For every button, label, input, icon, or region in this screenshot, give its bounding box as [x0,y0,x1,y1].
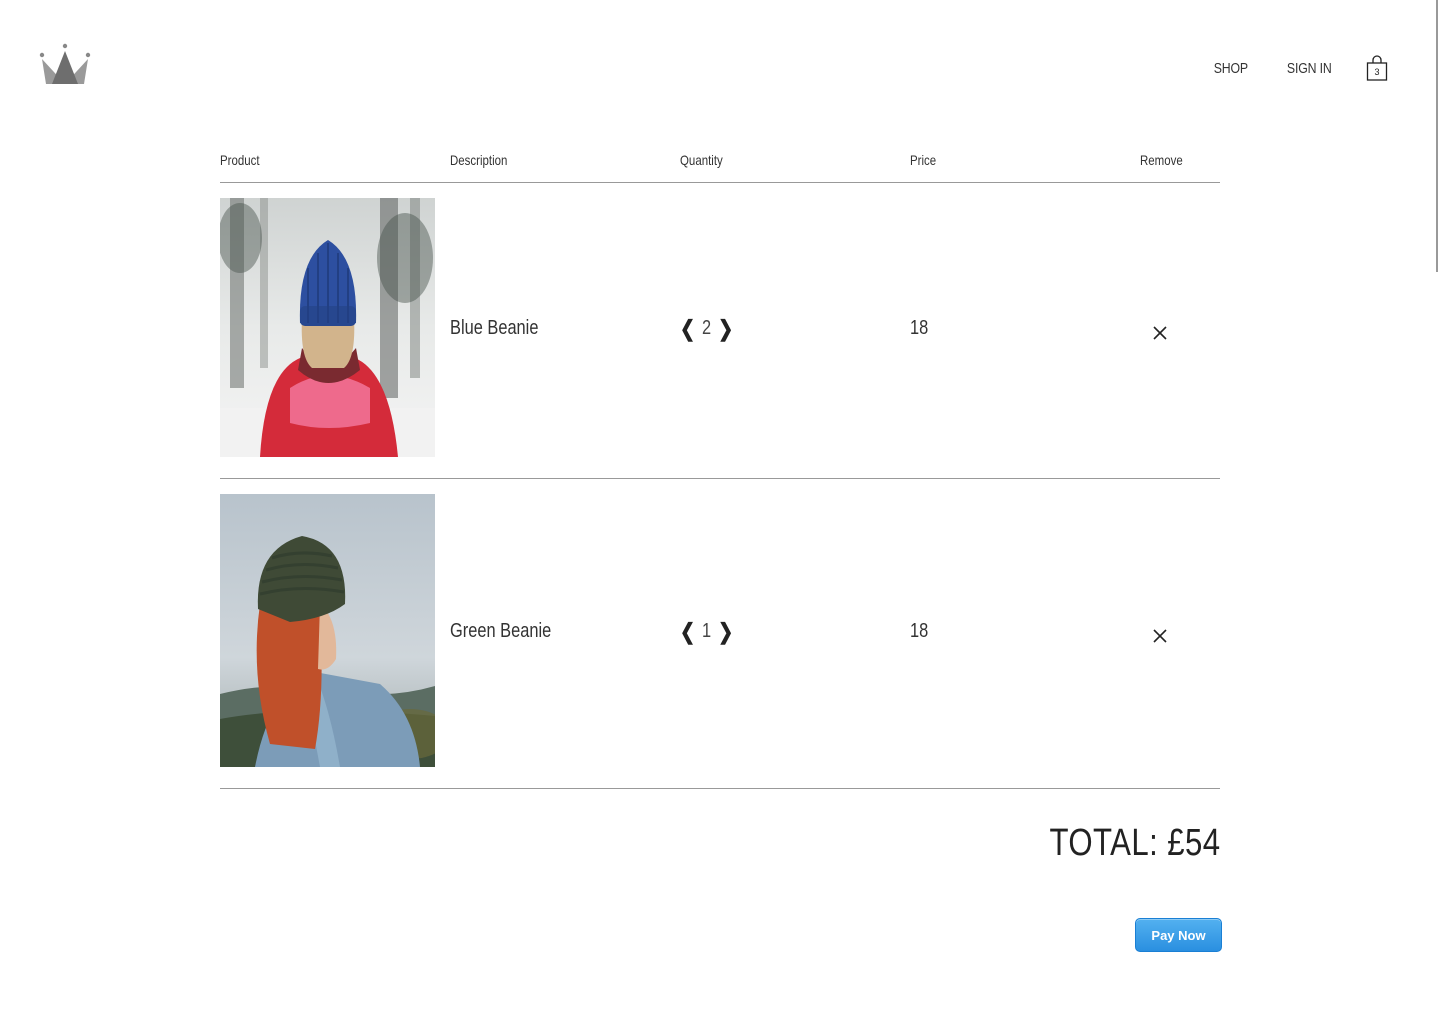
item-description: Blue Beanie [450,317,539,339]
column-header-price: Price [910,152,937,168]
quantity-value: 1 [702,620,712,642]
item-price: 18 [910,317,929,339]
pay-now-button[interactable]: Pay Now [1135,918,1222,952]
quantity-value: 2 [702,317,712,339]
item-description: Green Beanie [450,620,552,642]
close-icon[interactable] [1150,323,1170,343]
chevron-right-icon[interactable]: ❯ [718,317,733,340]
quantity-stepper: ❮ 2 ❯ [680,317,733,340]
nav-shop-link[interactable]: SHOP [1214,60,1248,77]
main-nav: SHOP SIGN IN 3 [1210,52,1388,84]
nav-signin-link[interactable]: SIGN IN [1286,60,1331,77]
cart-total: TOTAL: £54 [1049,822,1220,864]
cart-count-badge: 3 [1374,67,1380,77]
column-header-remove: Remove [1140,152,1183,168]
green-beanie-photo [220,494,435,767]
chevron-left-icon[interactable]: ❮ [680,317,695,340]
cart-page: SHOP SIGN IN 3 Product Description Quant… [0,0,1440,1030]
table-header: Product Description Quantity Price Remov… [220,140,1220,183]
quantity-stepper: ❮ 1 ❯ [680,620,733,643]
column-header-description: Description [450,152,508,168]
chevron-right-icon[interactable]: ❯ [718,620,733,643]
close-icon[interactable] [1150,626,1170,646]
crown-icon[interactable] [38,42,94,86]
cart-table: Product Description Quantity Price Remov… [220,140,1220,789]
shopping-bag-icon[interactable]: 3 [1366,54,1388,82]
table-row: Green Beanie ❮ 1 ❯ 18 [220,479,1220,789]
site-header: SHOP SIGN IN 3 [0,0,1440,120]
column-header-quantity: Quantity [680,152,723,168]
blue-beanie-photo [220,198,435,457]
table-row: Blue Beanie ❮ 2 ❯ 18 [220,183,1220,479]
column-header-product: Product [220,152,260,168]
chevron-left-icon[interactable]: ❮ [680,620,695,643]
item-price: 18 [910,620,929,642]
